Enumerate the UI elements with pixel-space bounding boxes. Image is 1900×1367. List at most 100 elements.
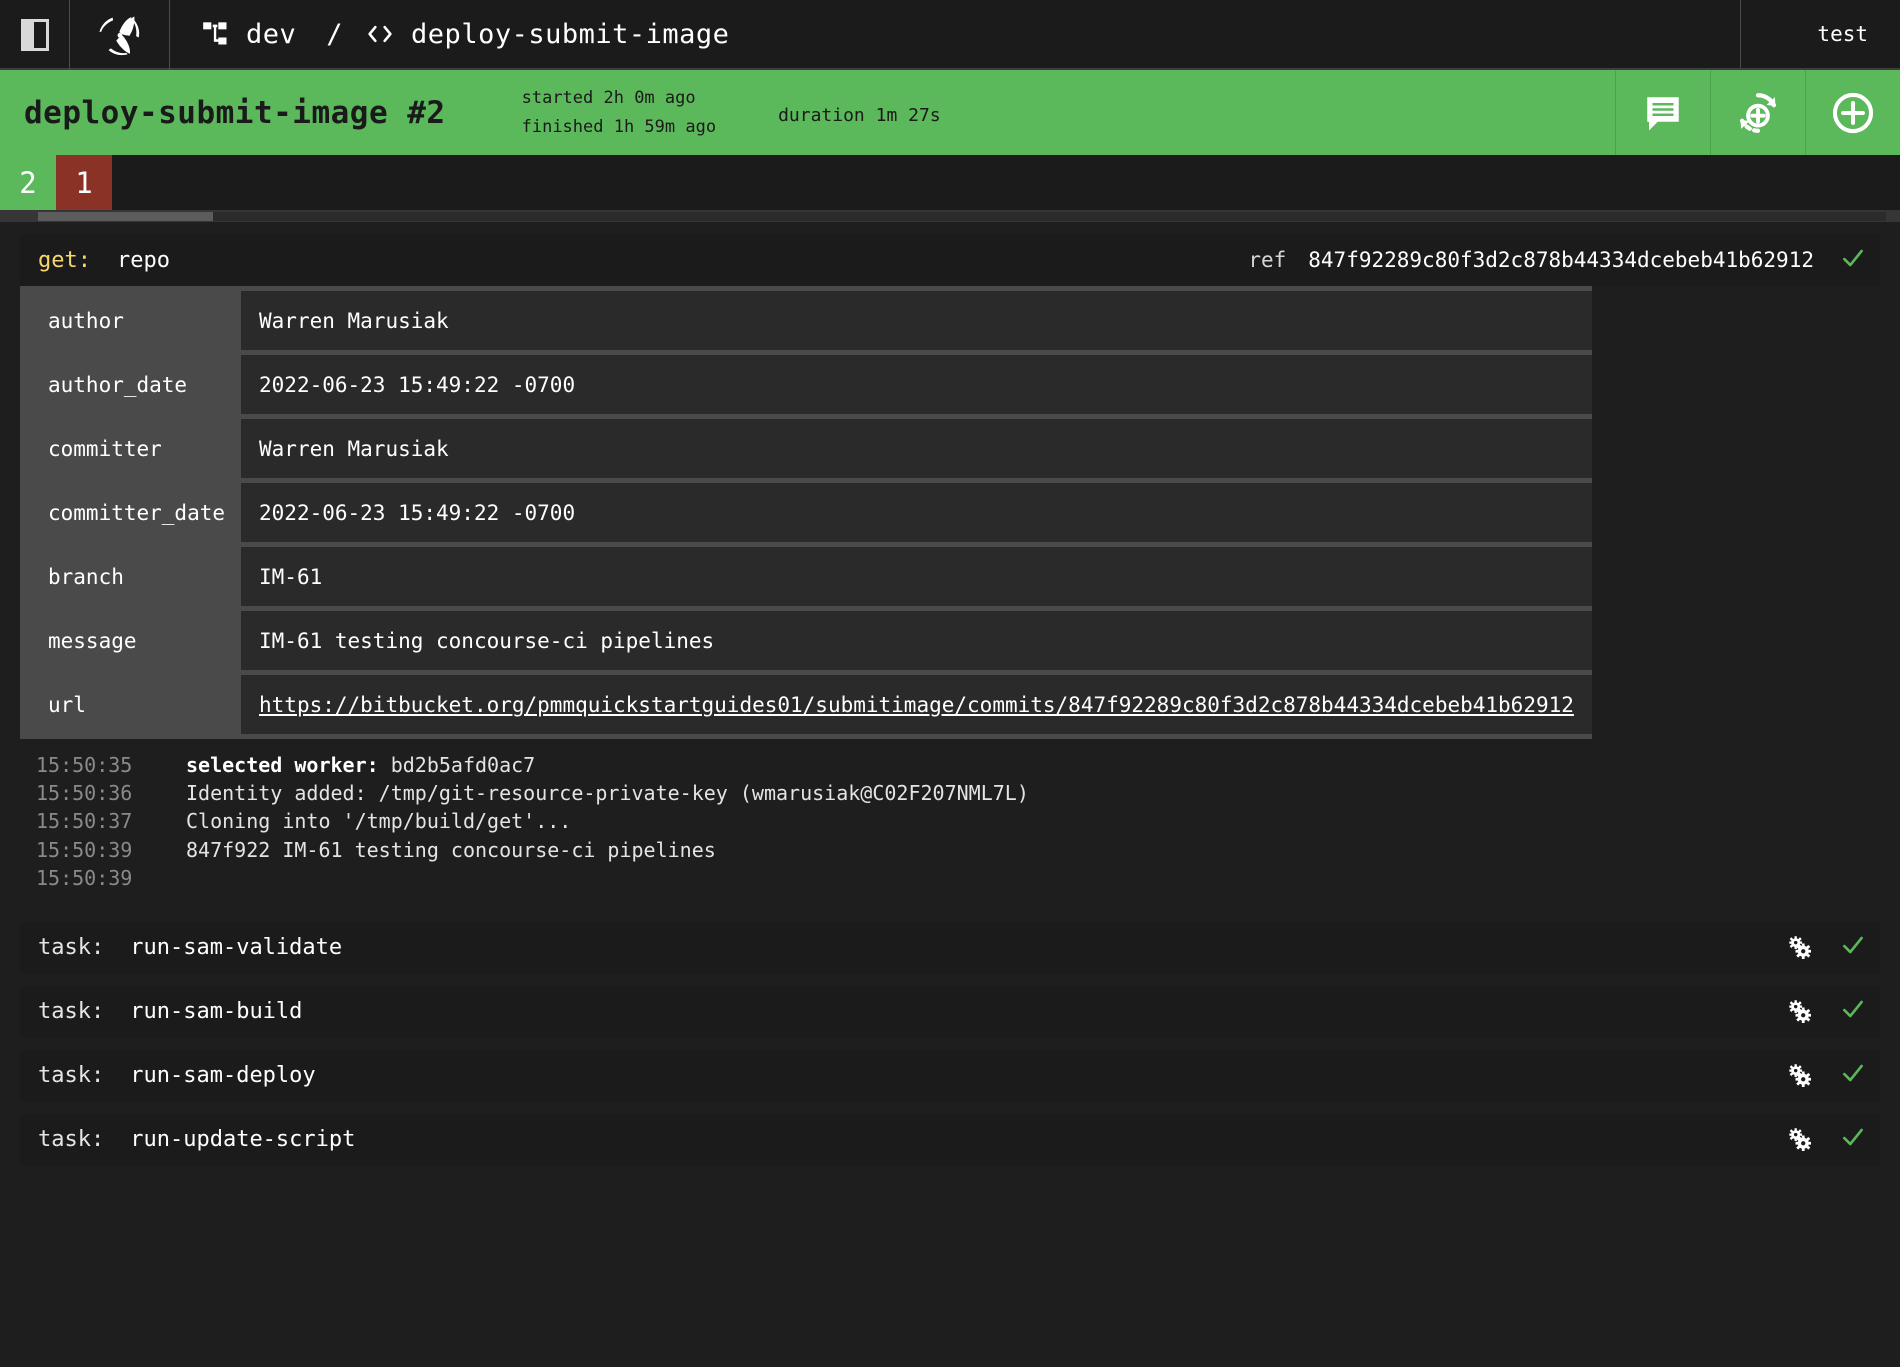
job-icon (365, 20, 395, 48)
breadcrumb-separator: / (326, 19, 343, 50)
build-duration: duration 1m 27s (778, 99, 941, 126)
check-icon (1840, 1124, 1866, 1155)
build-timestamps: started 2h 0m ago finished 1h 59m ago (522, 84, 716, 140)
comment-button[interactable] (1615, 70, 1710, 155)
table-row: committer Warren Marusiak (20, 417, 1592, 481)
check-icon (1840, 1060, 1866, 1091)
step-header-get-repo[interactable]: get: repo ref 847f92289c80f3d2c878b44334… (20, 234, 1880, 286)
log-line: 15:50:35 selected worker: bd2b5afd0ac7 (36, 751, 1880, 779)
log-timestamp: 15:50:39 (36, 864, 186, 892)
table-row: url https://bitbucket.org/pmmquickstartg… (20, 673, 1592, 737)
build-finished: finished 1h 59m ago (522, 117, 716, 137)
build-started: started 2h 0m ago (522, 88, 696, 108)
rerun-build-button[interactable] (1710, 70, 1805, 155)
metadata-key: message (20, 609, 241, 673)
trigger-build-button[interactable] (1805, 70, 1900, 155)
build-tab-label: 2 (19, 166, 36, 200)
metadata-value: 2022-06-23 15:49:22 -0700 (241, 481, 1592, 545)
sidebar-toggle-icon (21, 19, 49, 51)
log-message: 847f922 IM-61 testing concourse-ci pipel… (186, 836, 716, 864)
step-header-run-sam-validate[interactable]: task: run-sam-validate (20, 922, 1880, 974)
log-timestamp: 15:50:37 (36, 807, 186, 835)
step-header-run-sam-deploy[interactable]: task: run-sam-deploy (20, 1050, 1880, 1102)
log-line: 15:50:37 Cloning into '/tmp/build/get'..… (36, 807, 1880, 835)
step-log-output: 15:50:35 selected worker: bd2b5afd0ac7 1… (20, 739, 1880, 892)
log-timestamp: 15:50:36 (36, 779, 186, 807)
build-header-info: deploy-submit-image #2 started 2h 0m ago… (0, 70, 1615, 155)
build-tab-label: 1 (75, 166, 92, 200)
table-row: author Warren Marusiak (20, 289, 1592, 353)
breadcrumb-job[interactable]: deploy-submit-image (411, 19, 729, 50)
rerun-icon (1735, 90, 1781, 136)
build-header: deploy-submit-image #2 started 2h 0m ago… (0, 70, 1900, 155)
scrollbar-thumb[interactable] (38, 212, 213, 221)
metadata-key: author (20, 289, 241, 353)
log-line: 15:50:39 (36, 864, 1880, 892)
breadcrumb: dev / deploy-submit-image (170, 0, 1740, 68)
log-line: 15:50:39 847f922 IM-61 testing concourse… (36, 836, 1880, 864)
step-kind-label: task: (38, 1127, 104, 1152)
build-tab-2[interactable]: 2 (0, 155, 56, 210)
step-kind-label: get: (38, 248, 91, 273)
cogs-icon[interactable] (1786, 1126, 1814, 1154)
step-name-label: run-sam-validate (130, 935, 342, 960)
concourse-logo-icon (94, 9, 146, 61)
build-tab-1[interactable]: 1 (56, 155, 112, 210)
cogs-icon[interactable] (1786, 998, 1814, 1026)
ref-label: ref (1248, 248, 1286, 272)
step-name-label: run-sam-build (130, 999, 302, 1024)
metadata-key: url (20, 673, 241, 737)
sidebar-toggle-button[interactable] (0, 0, 70, 70)
scrollbar-track[interactable] (38, 212, 1886, 221)
build-title: deploy-submit-image #2 (24, 95, 446, 131)
metadata-value: https://bitbucket.org/pmmquickstartguide… (241, 673, 1592, 737)
step-name-label: run-sam-deploy (130, 1063, 315, 1088)
metadata-key: committer_date (20, 481, 241, 545)
build-history-tabs: 2 1 (0, 155, 1900, 210)
commit-url-link[interactable]: https://bitbucket.org/pmmquickstartguide… (259, 693, 1574, 717)
metadata-key: committer (20, 417, 241, 481)
pipeline-icon (202, 20, 230, 48)
table-row: author_date 2022-06-23 15:49:22 -0700 (20, 353, 1592, 417)
horizontal-scrollbar[interactable] (0, 210, 1900, 222)
step-name-label: run-update-script (130, 1127, 355, 1152)
table-row: branch IM-61 (20, 545, 1592, 609)
metadata-value: Warren Marusiak (241, 417, 1592, 481)
metadata-key: branch (20, 545, 241, 609)
log-message: Identity added: /tmp/git-resource-privat… (186, 779, 1029, 807)
log-timestamp: 15:50:39 (36, 836, 186, 864)
metadata-value: 2022-06-23 15:49:22 -0700 (241, 353, 1592, 417)
cogs-icon[interactable] (1786, 934, 1814, 962)
check-icon (1840, 245, 1866, 276)
step-kind-label: task: (38, 1063, 104, 1088)
table-row: committer_date 2022-06-23 15:49:22 -0700 (20, 481, 1592, 545)
check-icon (1840, 996, 1866, 1027)
task-steps-list: task: run-sam-validate (20, 922, 1880, 1166)
metadata-value: Warren Marusiak (241, 289, 1592, 353)
top-navigation-bar: dev / deploy-submit-image test (0, 0, 1900, 70)
breadcrumb-pipeline[interactable]: dev (246, 19, 296, 50)
cogs-icon[interactable] (1786, 1062, 1814, 1090)
comment-icon (1642, 92, 1684, 134)
log-message-prefix: selected worker: (186, 753, 379, 777)
build-steps-container: get: repo ref 847f92289c80f3d2c878b44334… (0, 222, 1900, 1367)
log-line: 15:50:36 Identity added: /tmp/git-resour… (36, 779, 1880, 807)
step-header-run-sam-build[interactable]: task: run-sam-build (20, 986, 1880, 1038)
log-message: Cloning into '/tmp/build/get'... (186, 807, 571, 835)
user-name: test (1817, 22, 1868, 46)
step-kind-label: task: (38, 999, 104, 1024)
log-message: selected worker: bd2b5afd0ac7 (186, 751, 535, 779)
step-header-run-update-script[interactable]: task: run-update-script (20, 1114, 1880, 1166)
check-icon (1840, 932, 1866, 963)
metadata-key: author_date (20, 353, 241, 417)
concourse-home-link[interactable] (70, 0, 170, 70)
metadata-value: IM-61 (241, 545, 1592, 609)
metadata-value: IM-61 testing concourse-ci pipelines (241, 609, 1592, 673)
step-kind-label: task: (38, 935, 104, 960)
plus-circle-icon (1830, 90, 1876, 136)
user-menu[interactable]: test (1740, 0, 1900, 68)
resource-metadata-table: author Warren Marusiak author_date 2022-… (20, 286, 1592, 739)
log-timestamp: 15:50:35 (36, 751, 186, 779)
step-name-label: repo (117, 248, 170, 273)
log-message-text: bd2b5afd0ac7 (379, 753, 536, 777)
